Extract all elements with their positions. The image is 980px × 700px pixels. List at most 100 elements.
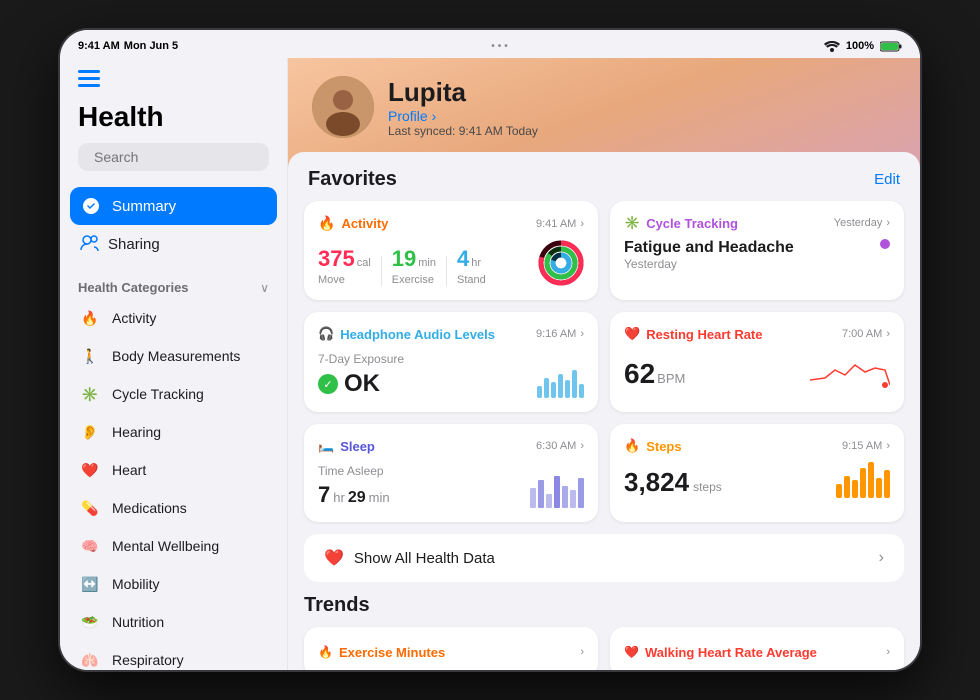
steps-chevron-icon: › [886,440,890,452]
status-right: 100% [824,40,902,52]
headphone-card[interactable]: 🎧 Headphone Audio Levels 9:16 AM › [304,312,598,412]
sleep-chevron-icon: › [580,440,584,452]
category-body[interactable]: 🚶 Body Measurements [60,337,287,375]
show-all-chevron-icon: › [879,549,884,567]
activity-card-time: 9:41 AM [536,218,576,230]
show-all-health-data[interactable]: ❤️ Show All Health Data › [304,534,904,582]
sleep-content-row: Time Asleep 7 hr 29 min [318,462,584,508]
heart-rate-value: 62 [624,358,655,390]
sleep-bar-1 [530,488,536,508]
ipad-frame: 9:41 AM Mon Jun 5 ••• 100% [60,30,920,670]
summary-label: Summary [112,198,176,215]
activity-card-header: 🔥 Activity 9:41 AM › [318,215,584,232]
exercise-unit: min [418,257,436,269]
steps-title-row: 🔥 Steps [624,438,682,454]
steps-card[interactable]: 🔥 Steps 9:15 AM › [610,424,904,522]
sidebar-toggle-icon[interactable] [78,70,100,88]
main-inner: Lupita Profile › Last synced: 9:41 AM To… [288,58,920,670]
main-content: Lupita Profile › Last synced: 9:41 AM To… [288,58,920,670]
show-all-left: ❤️ Show All Health Data [324,548,495,568]
headphone-mini-bars [537,362,584,398]
exercise-metric: 19 min Exercise [392,246,436,286]
headphone-card-title: Headphone Audio Levels [340,327,495,342]
heart-card-time: 7:00 AM [842,328,882,340]
body-icon: 🚶 [78,344,102,368]
category-heart-label: Heart [112,462,146,478]
activity-card-icon: 🔥 [318,215,335,232]
avatar [312,76,374,138]
activity-card[interactable]: 🔥 Activity 9:41 AM › [304,201,598,300]
profile-info: Lupita Profile › Last synced: 9:41 AM To… [388,77,538,138]
exercise-value: 19 [392,246,416,272]
status-center: ••• [491,41,511,52]
ok-circle-icon: ✓ [318,374,338,394]
cycle-card[interactable]: ✳️ Cycle Tracking Yesterday › [610,201,904,300]
category-cycle-label: Cycle Tracking [112,386,204,402]
category-nutrition[interactable]: 🥗 Nutrition [60,603,287,641]
exposure-label: 7-Day Exposure [318,352,404,366]
cycle-dot [880,239,890,249]
steps-bar-5 [868,462,874,498]
status-time: 9:41 AM [78,40,120,52]
exercise-trend-label: Exercise Minutes [339,645,445,660]
category-respiratory[interactable]: 🫁 Respiratory [60,641,287,670]
sidebar-header: Health [60,58,287,179]
sleep-bar-7 [578,478,584,508]
bar-5 [565,380,570,398]
sleep-hours-unit: hr [333,490,345,505]
edit-button[interactable]: Edit [874,171,900,188]
category-mobility[interactable]: ↔️ Mobility [60,565,287,603]
nutrition-icon: 🥗 [78,610,102,634]
category-medications-label: Medications [112,500,187,516]
metric-divider-1 [381,256,382,286]
headphone-card-time: 9:16 AM [536,328,576,340]
categories-section-header: Health Categories ∨ [60,272,287,299]
sharing-icon [80,233,100,256]
profile-header: Lupita Profile › Last synced: 9:41 AM To… [288,58,920,152]
trend-walking-hr[interactable]: ❤️ Walking Heart Rate Average › [610,627,904,670]
battery-icon [880,41,902,52]
headphone-card-header: 🎧 Headphone Audio Levels 9:16 AM › [318,326,584,342]
nav-sharing[interactable]: Sharing [70,225,277,264]
category-hearing-label: Hearing [112,424,161,440]
heart-chart [810,350,890,390]
steps-bar-1 [836,484,842,498]
search-input[interactable] [94,149,275,165]
trends-title: Trends [304,594,904,617]
category-activity[interactable]: 🔥 Activity [60,299,287,337]
bar-1 [537,386,542,398]
heart-rate-card[interactable]: ❤️ Resting Heart Rate 7:00 AM › [610,312,904,412]
headphone-chevron-icon: › [580,328,584,340]
stand-value: 4 [457,246,469,272]
nav-summary[interactable]: Summary [70,187,277,225]
sleep-card-title: Sleep [340,439,375,454]
cycle-date: Yesterday [624,257,794,271]
walking-hr-trend-icon: ❤️ [624,645,639,659]
stand-unit: hr [471,257,481,269]
steps-card-icon: 🔥 [624,438,640,454]
show-all-heart-icon: ❤️ [324,548,344,568]
ok-badge: ✓ OK [318,370,404,398]
category-mobility-label: Mobility [112,576,159,592]
activity-chevron-icon: › [580,218,584,230]
sleep-bar-5 [562,486,568,508]
category-activity-label: Activity [112,310,156,326]
profile-link[interactable]: Profile › [388,108,538,124]
heart-rate-card-header: ❤️ Resting Heart Rate 7:00 AM › [624,326,890,342]
cycle-card-time: Yesterday [834,217,883,229]
cycle-card-icon: ✳️ [624,215,640,231]
category-cycle[interactable]: ✳️ Cycle Tracking [60,375,287,413]
sleep-card[interactable]: 🛏️ Sleep 6:30 AM › [304,424,598,522]
chevron-down-icon[interactable]: ∨ [260,281,269,295]
trend-exercise[interactable]: 🔥 Exercise Minutes › [304,627,598,670]
wifi-icon [824,40,840,52]
steps-value: 3,824 [624,467,689,498]
steps-card-header: 🔥 Steps 9:15 AM › [624,438,890,454]
heart-card-title: Resting Heart Rate [646,327,762,342]
category-medications[interactable]: 💊 Medications [60,489,287,527]
category-mental[interactable]: 🧠 Mental Wellbeing [60,527,287,565]
status-left: 9:41 AM Mon Jun 5 [78,40,178,52]
search-bar[interactable] [78,143,269,171]
category-hearing[interactable]: 👂 Hearing [60,413,287,451]
category-heart[interactable]: ❤️ Heart [60,451,287,489]
